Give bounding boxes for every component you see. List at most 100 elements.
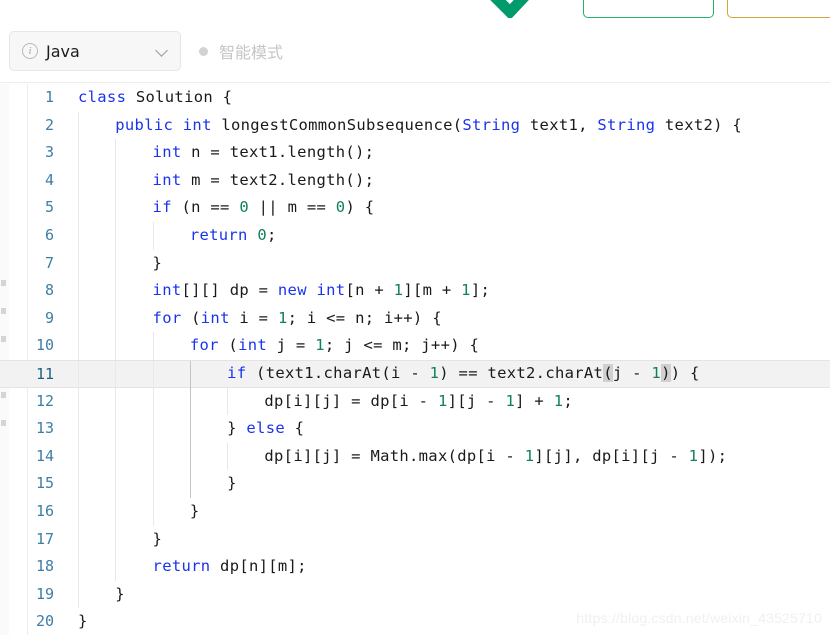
indent-guide <box>115 497 117 526</box>
line-number: 18 <box>35 557 54 576</box>
indent-guide <box>78 470 79 498</box>
line-number: 20 <box>35 612 54 631</box>
code-line[interactable]: 1 class Solution { <box>0 84 830 112</box>
line-number: 19 <box>35 584 54 603</box>
code-line[interactable]: 4 int m = text2.length(); <box>0 166 830 195</box>
indent-guide <box>115 332 117 360</box>
chevron-down-icon <box>156 45 168 57</box>
language-select[interactable]: i Java <box>9 31 181 71</box>
line-source: if (n == 0 || m == 0) { <box>152 198 375 217</box>
code-line[interactable]: 18 return dp[n][m]; <box>0 553 830 581</box>
line-source: int[][] dp = new int[n + 1][m + 1]; <box>152 281 491 300</box>
line-source: } <box>78 612 88 631</box>
code-line[interactable]: 13} else { <box>0 415 830 443</box>
line-source: } <box>152 253 163 272</box>
indent-guide <box>115 166 117 195</box>
indent-guide <box>78 580 79 609</box>
indent-guide <box>189 415 191 443</box>
line-number: 15 <box>35 474 54 493</box>
code-line[interactable]: 17} <box>0 525 830 554</box>
indent-guide <box>78 332 79 360</box>
line-source: } <box>227 474 237 493</box>
smart-mode-label: 智能模式 <box>219 43 284 62</box>
indent-guide <box>115 221 117 250</box>
code-line[interactable]: 9 for (int i = 1; i <= n; i++) { <box>0 304 830 333</box>
line-source: dp[i][j] = Math.max(dp[i - 1][j], dp[i][… <box>264 446 728 465</box>
indent-guide <box>189 442 191 471</box>
code-line[interactable]: 15} <box>0 470 830 498</box>
line-number: 8 <box>44 281 54 300</box>
code-line[interactable]: 11 if (text1.charAt(i - 1) == text2.charA… <box>0 359 830 389</box>
indent-guide <box>78 139 79 167</box>
run-button[interactable] <box>727 0 830 18</box>
smart-mode-toggle[interactable]: 智能模式 <box>199 31 283 71</box>
line-source: } <box>115 584 125 603</box>
line-number: 11 <box>35 364 54 383</box>
indent-guide <box>78 277 79 305</box>
code-line[interactable]: 8 int[][] dp = new int[n + 1][m + 1]; <box>0 277 830 305</box>
line-source: for (int i = 1; i <= n; i++) { <box>152 308 442 327</box>
code-line[interactable]: 16} <box>0 497 830 526</box>
indent-guide <box>115 194 117 222</box>
indent-guide <box>189 387 191 416</box>
line-source: return 0; <box>189 225 277 244</box>
line-number: 3 <box>44 143 54 162</box>
line-source: int m = text2.length(); <box>152 170 375 189</box>
code-line[interactable]: 2 public int longestCommonSubsequence(Str… <box>0 111 830 140</box>
watermark: https://blog.csdn.net/weixin_43525710 <box>576 610 822 626</box>
line-source: int n = text1.length(); <box>152 143 375 162</box>
language-select-value: Java <box>46 41 80 61</box>
status-dot-icon <box>199 46 208 56</box>
info-icon: i <box>22 43 38 59</box>
code-line[interactable]: 5 if (n == 0 || m == 0) { <box>0 194 830 222</box>
code-line[interactable]: 19} <box>0 580 830 609</box>
check-icon <box>488 0 546 19</box>
indent-guide <box>115 442 117 471</box>
line-number: 2 <box>44 115 54 134</box>
line-source: } else { <box>227 419 305 438</box>
line-number: 7 <box>44 253 54 272</box>
indent-guide <box>189 360 191 389</box>
code-line[interactable]: 14 dp[i][j] = Math.max(dp[i - 1][j], dp[i… <box>0 442 830 471</box>
code-line[interactable]: 7} <box>0 249 830 278</box>
indent-guide <box>115 470 117 498</box>
indent-guide <box>78 111 79 140</box>
indent-guide <box>152 221 154 250</box>
indent-guide <box>152 360 154 389</box>
indent-guide <box>115 277 117 305</box>
line-number: 12 <box>35 391 54 410</box>
line-number: 9 <box>44 308 54 327</box>
indent-guide <box>227 442 229 471</box>
indent-guide <box>78 415 79 443</box>
indent-guide <box>189 470 191 498</box>
indent-guide <box>227 387 229 416</box>
indent-guide <box>78 304 79 333</box>
code-editor[interactable]: 1 class Solution { 2 public int longestComm… <box>0 84 830 635</box>
indent-guide <box>115 249 117 278</box>
line-source: if (text1.charAt(i - 1) == text2.charAt(… <box>227 363 700 382</box>
line-source: return dp[n][m]; <box>152 557 307 576</box>
indent-guide <box>78 221 79 250</box>
submit-button[interactable] <box>583 0 714 18</box>
line-source: } <box>189 501 200 520</box>
indent-guide <box>152 387 154 416</box>
editor-toolbar: i Java 智能模式 <box>0 19 830 83</box>
indent-guide <box>115 139 117 167</box>
line-number: 6 <box>44 225 54 244</box>
line-number: 17 <box>35 529 54 548</box>
code-lines[interactable]: 1 class Solution { 2 public int longestComm… <box>0 84 830 635</box>
line-source: public int longestCommonSubsequence(Stri… <box>115 115 743 134</box>
code-line[interactable]: 12 dp[i][j] = dp[i - 1][j - 1] + 1; <box>0 387 830 416</box>
indent-guide <box>152 415 154 443</box>
line-source: dp[i][j] = dp[i - 1][j - 1] + 1; <box>264 391 574 410</box>
code-line[interactable]: 6 return 0; <box>0 221 830 250</box>
line-number: 1 <box>44 88 54 106</box>
indent-guide <box>78 442 79 471</box>
indent-guide <box>152 442 154 471</box>
indent-guide <box>152 497 154 526</box>
indent-guide <box>78 166 79 195</box>
indent-guide <box>78 525 79 554</box>
code-line[interactable]: 10 for (int j = 1; j <= m; j++) { <box>0 332 830 360</box>
code-line[interactable]: 3 int n = text1.length(); <box>0 139 830 167</box>
indent-guide <box>152 332 154 360</box>
